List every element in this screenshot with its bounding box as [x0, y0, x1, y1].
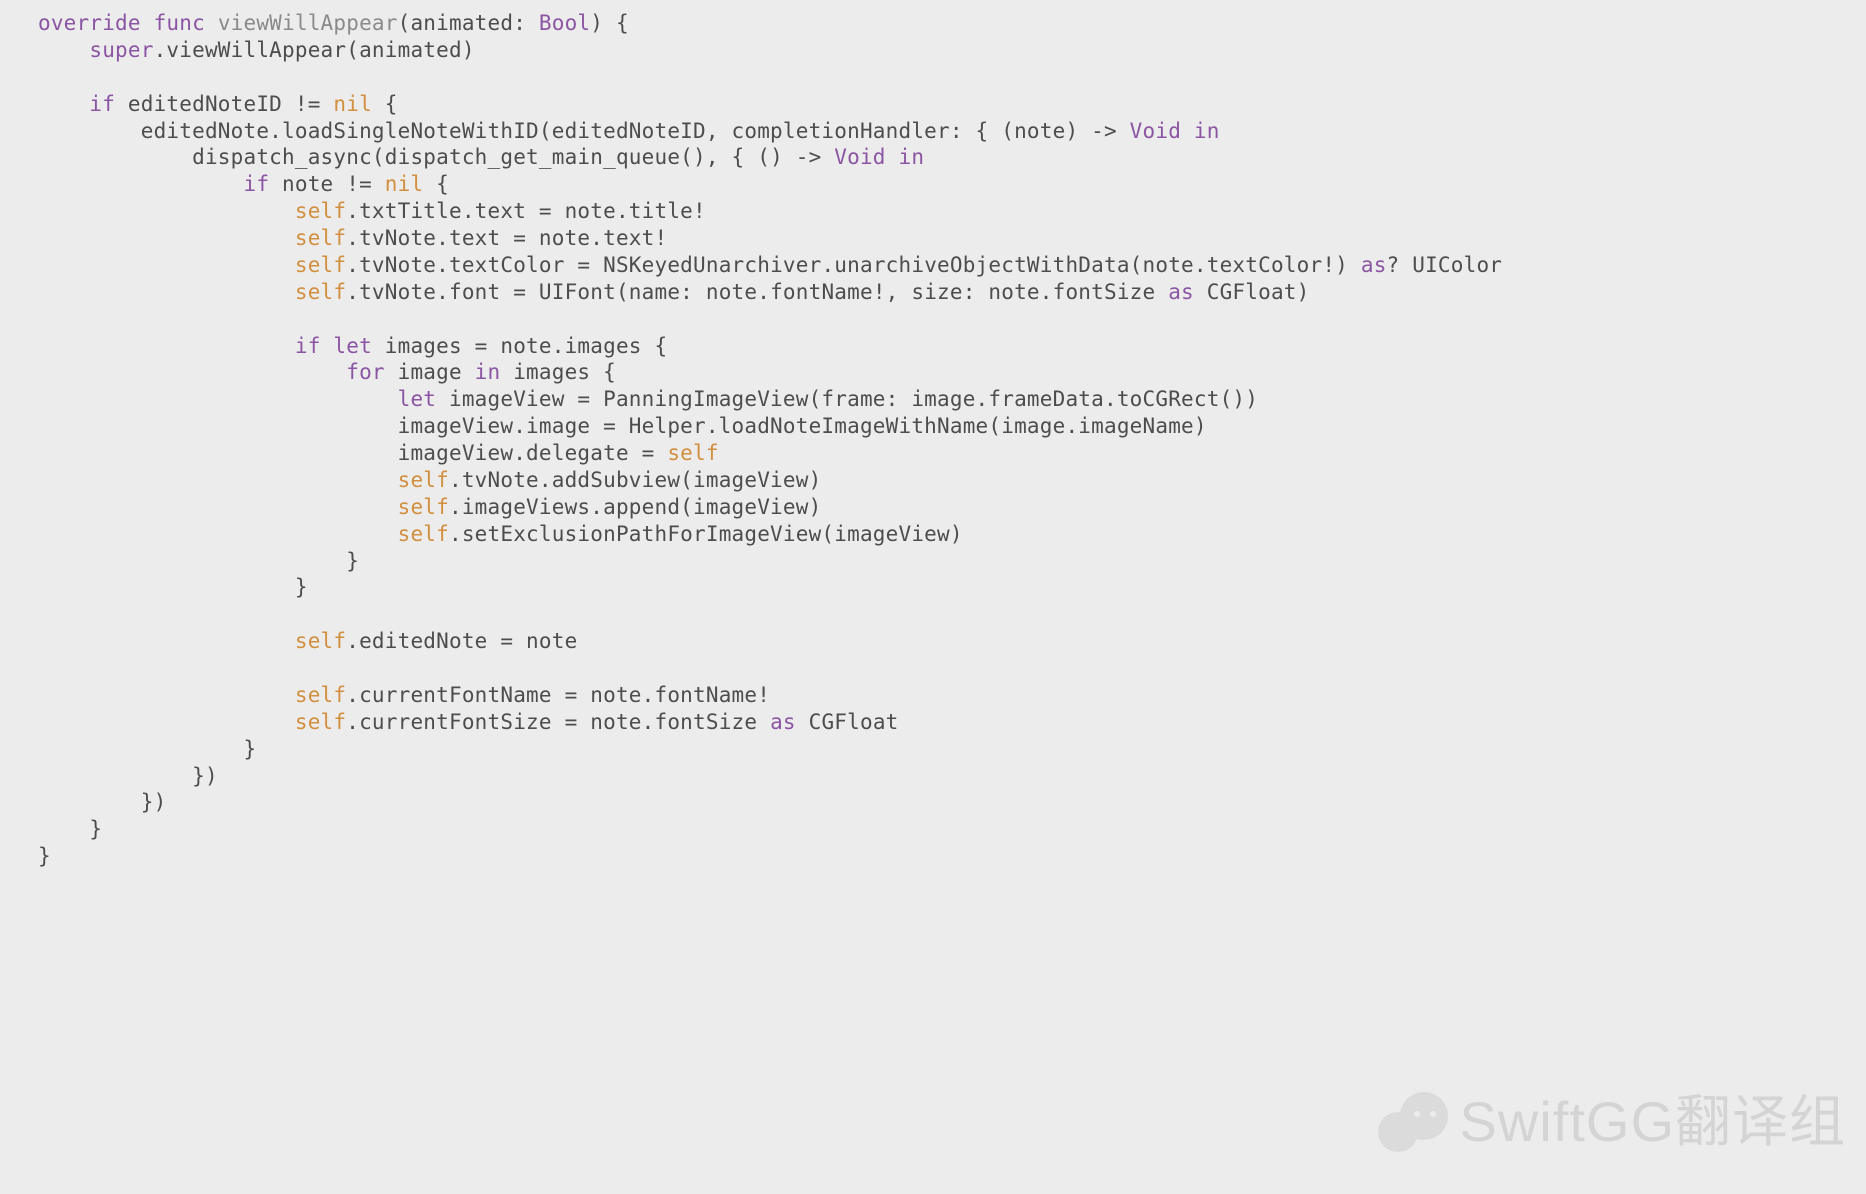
watermark-text: SwiftGG翻译组 [1460, 1086, 1846, 1158]
code-line: imageView.delegate = self [38, 441, 719, 465]
code-line: if note != nil { [38, 172, 449, 196]
code-line: } [38, 737, 256, 761]
code-line: self.currentFontSize = note.fontSize as … [38, 710, 899, 734]
code-line: super.viewWillAppear(animated) [38, 38, 475, 62]
code-line: self.txtTitle.text = note.title! [38, 199, 706, 223]
code-line: let imageView = PanningImageView(frame: … [38, 387, 1258, 411]
code-line: self.editedNote = note [38, 629, 577, 653]
watermark: SwiftGG翻译组 [1378, 1086, 1846, 1158]
code-line: } [38, 549, 359, 573]
code-line: if let images = note.images { [38, 334, 667, 358]
code-line: for image in images { [38, 360, 616, 384]
code-line: } [38, 575, 308, 599]
code-line: }) [38, 764, 218, 788]
code-line: self.currentFontName = note.fontName! [38, 683, 770, 707]
code-line: }) [38, 790, 166, 814]
code-line: editedNote.loadSingleNoteWithID(editedNo… [38, 119, 1220, 143]
code-line: if editedNoteID != nil { [38, 92, 398, 116]
code-block: override func viewWillAppear(animated: B… [0, 0, 1866, 880]
code-line: imageView.image = Helper.loadNoteImageWi… [38, 414, 1207, 438]
code-line: override func viewWillAppear(animated: B… [38, 11, 629, 35]
code-line: self.tvNote.addSubview(imageView) [38, 468, 821, 492]
code-line: self.imageViews.append(imageView) [38, 495, 821, 519]
code-line: } [38, 844, 51, 868]
code-line: self.tvNote.textColor = NSKeyedUnarchive… [38, 253, 1502, 277]
code-line: } [38, 817, 102, 841]
code-line: dispatch_async(dispatch_get_main_queue()… [38, 145, 924, 169]
code-line: self.tvNote.text = note.text! [38, 226, 667, 250]
wechat-icon [1378, 1088, 1446, 1156]
code-line: self.tvNote.font = UIFont(name: note.fon… [38, 280, 1310, 304]
code-line: self.setExclusionPathForImageView(imageV… [38, 522, 963, 546]
